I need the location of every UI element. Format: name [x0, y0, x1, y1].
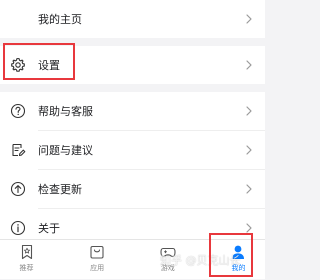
menu-label-my-home: 我的主页 — [38, 13, 82, 26]
tab-label: 我的 — [231, 264, 246, 272]
menu-label-feedback: 问题与建议 — [38, 144, 93, 157]
tab-label: 游戏 — [160, 264, 175, 272]
gear-icon — [10, 57, 26, 73]
tab-me[interactable]: 我的 — [212, 240, 265, 280]
chevron-right-icon — [246, 223, 252, 233]
chevron-right-icon — [246, 60, 252, 70]
tab-recommend[interactable]: 推荐 — [0, 240, 53, 280]
chevron-right-icon — [246, 184, 252, 194]
bottom-tab-bar: 推荐 应用 游戏 我的 — [0, 239, 265, 279]
menu-label-check-update: 检查更新 — [38, 183, 82, 196]
chevron-right-icon — [246, 106, 252, 116]
menu-label-settings: 设置 — [38, 59, 60, 72]
edit-note-icon — [10, 142, 26, 158]
support-group: 帮助与客服 问题与建议 检查更新 关于 — [0, 92, 265, 247]
chevron-right-icon — [246, 145, 252, 155]
settings-group: 设置 — [0, 46, 265, 84]
arrow-up-circle-icon — [10, 181, 26, 197]
profile-group: 我的主页 — [0, 0, 265, 38]
gamepad-icon — [160, 247, 176, 258]
chevron-right-icon — [246, 14, 252, 24]
me-page: 我的主页 设置 帮助与客服 问题与建议 检查更新 关于 推荐 应用 游戏 我的 … — [0, 0, 265, 279]
tab-apps[interactable]: 应用 — [71, 240, 124, 280]
bookmark-star-icon — [21, 244, 32, 260]
question-circle-icon — [10, 103, 26, 119]
menu-item-my-home[interactable]: 我的主页 — [0, 0, 265, 38]
menu-item-settings[interactable]: 设置 — [0, 46, 265, 84]
menu-label-about: 关于 — [38, 222, 60, 235]
menu-item-help[interactable]: 帮助与客服 — [0, 92, 265, 130]
person-icon — [232, 245, 245, 259]
tab-label: 推荐 — [19, 264, 34, 272]
info-circle-icon — [10, 220, 26, 236]
menu-item-check-update[interactable]: 检查更新 — [0, 170, 265, 208]
menu-item-feedback[interactable]: 问题与建议 — [0, 131, 265, 169]
bag-icon — [90, 245, 104, 259]
tab-games[interactable]: 游戏 — [141, 240, 194, 280]
menu-label-help: 帮助与客服 — [38, 105, 93, 118]
tab-label: 应用 — [90, 264, 105, 272]
